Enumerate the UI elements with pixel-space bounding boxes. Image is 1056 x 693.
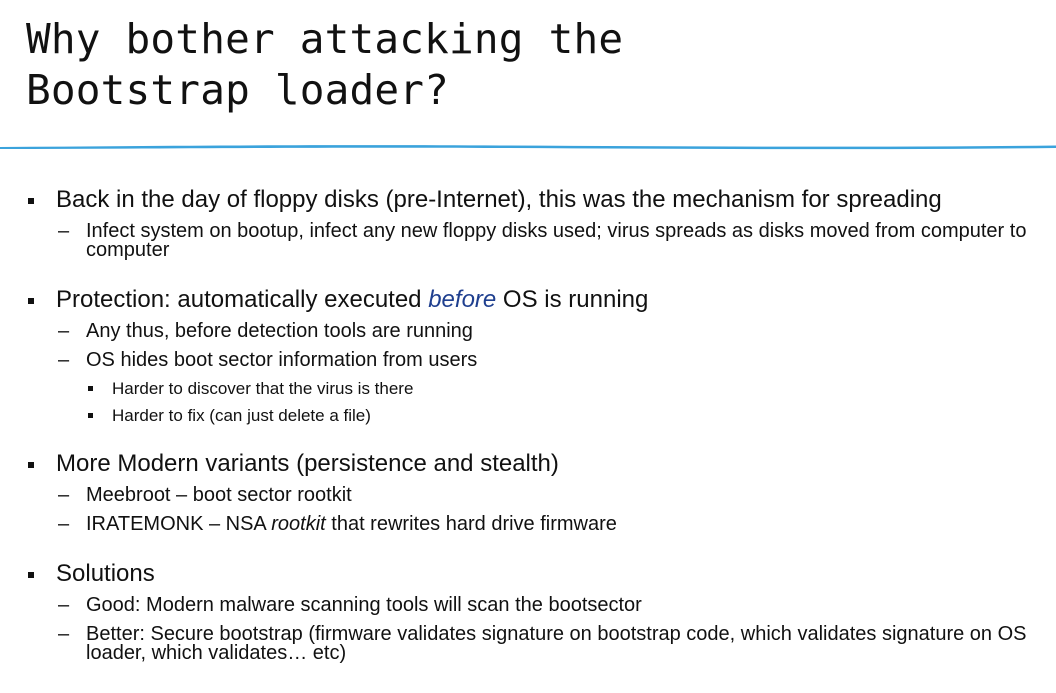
emphasis-text: rootkit [271, 513, 326, 535]
bullet-block: Solutions – Good: Modern malware scannin… [26, 557, 1046, 668]
slide-body: Back in the day of floppy disks (pre-Int… [26, 183, 1046, 668]
dash-bullet-icon: – [58, 349, 70, 371]
sub-list-item: – Better: Secure bootstrap (firmware val… [26, 620, 1046, 668]
bullet-text-part: Protection: automatically executed [56, 286, 429, 313]
sub-list-item: – IRATEMONK – NSA rootkit that rewrites … [26, 510, 1046, 539]
dash-bullet-icon: – [58, 594, 70, 616]
dash-bullet-icon: – [58, 513, 70, 535]
bullet-text: Back in the day of floppy disks (pre-Int… [56, 186, 942, 213]
sub-sub-list-item: Harder to fix (can just delete a file) [26, 402, 1046, 429]
square-bullet-icon [28, 462, 34, 468]
title-divider [0, 145, 1056, 150]
sub-bullet-text: OS hides boot sector information from us… [86, 349, 478, 371]
sub-bullet-text: Better: Secure bootstrap (firmware valid… [86, 623, 1027, 664]
bullet-block: Protection: automatically executed befor… [26, 283, 1046, 429]
sub-sub-bullet-text: Harder to fix (can just delete a file) [112, 406, 371, 425]
square-bullet-icon [28, 298, 34, 304]
square-bullet-icon [28, 198, 34, 204]
sub-list-item: – OS hides boot sector information from … [26, 346, 1046, 375]
small-square-bullet-icon [88, 413, 93, 418]
dash-bullet-icon: – [58, 320, 70, 342]
slide-title-line-1: Why bother attacking the [26, 15, 624, 63]
sub-list-item: – Any thus, before detection tools are r… [26, 317, 1046, 346]
sub-sub-list-item: Harder to discover that the virus is the… [26, 375, 1046, 402]
sub-sub-bullet-text: Harder to discover that the virus is the… [112, 379, 414, 398]
bullet-text: More Modern variants (persistence and st… [56, 450, 559, 477]
title-divider-stroke [0, 145, 1056, 150]
slide-title: Why bother attacking the Bootstrap loade… [26, 14, 1026, 116]
emphasis-text: before [428, 286, 497, 313]
sub-bullet-text-part: that rewrites hard drive firmware [325, 513, 617, 535]
sub-bullet-text: Any thus, before detection tools are run… [86, 320, 473, 342]
bullet-block: Back in the day of floppy disks (pre-Int… [26, 183, 1046, 265]
square-bullet-icon [28, 572, 34, 578]
sub-bullet-text: Good: Modern malware scanning tools will… [86, 594, 642, 616]
bullet-text: Solutions [56, 560, 155, 587]
list-item: Solutions [26, 557, 1046, 591]
dash-bullet-icon: – [58, 623, 70, 645]
dash-bullet-icon: – [58, 484, 70, 506]
small-square-bullet-icon [88, 386, 93, 391]
sub-list-item: – Meebroot – boot sector rootkit [26, 481, 1046, 510]
sub-list-item: – Good: Modern malware scanning tools wi… [26, 591, 1046, 620]
list-item: Back in the day of floppy disks (pre-Int… [26, 183, 1046, 217]
bullet-block: More Modern variants (persistence and st… [26, 447, 1046, 539]
sub-bullet-text: Meebroot – boot sector rootkit [86, 484, 352, 506]
list-item: Protection: automatically executed befor… [26, 283, 1046, 317]
dash-bullet-icon: – [58, 220, 70, 242]
bullet-text-part: OS is running [496, 286, 649, 313]
slide-title-line-2: Bootstrap loader? [26, 66, 450, 114]
sub-list-item: – Infect system on bootup, infect any ne… [26, 217, 1046, 265]
sub-bullet-text: Infect system on bootup, infect any new … [86, 220, 1027, 261]
list-item: More Modern variants (persistence and st… [26, 447, 1046, 481]
sub-bullet-text-part: IRATEMONK – NSA [86, 513, 272, 535]
